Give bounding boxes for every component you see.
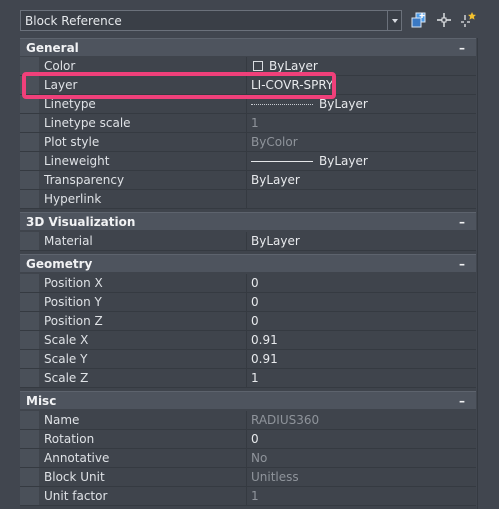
property-row-position-z[interactable]: Position Z 0: [20, 312, 476, 331]
property-row-hyperlink[interactable]: Hyperlink: [20, 190, 476, 209]
property-value: 1: [251, 371, 259, 385]
property-row-scale-z[interactable]: Scale Z 1: [20, 369, 476, 388]
collapse-icon[interactable]: –: [448, 215, 476, 229]
property-value: ByLayer: [319, 97, 368, 111]
property-name: Position X: [39, 274, 247, 292]
chevron-down-icon[interactable]: [387, 11, 401, 30]
property-row-plot-style[interactable]: Plot style ByColor: [20, 133, 476, 152]
property-name: Annotative: [39, 449, 247, 467]
property-name: Transparency: [39, 171, 247, 189]
property-name: Material: [39, 232, 247, 250]
property-name: Lineweight: [39, 152, 247, 170]
property-name: Name: [39, 411, 247, 429]
object-type-dropdown[interactable]: Block Reference: [20, 10, 402, 31]
property-name: Position Z: [39, 312, 247, 330]
property-row-linetype-scale[interactable]: Linetype scale 1: [20, 114, 476, 133]
property-value: ByLayer: [269, 59, 318, 73]
property-value: 1: [251, 489, 259, 503]
property-value: RADIUS360: [251, 413, 320, 427]
object-type-value: Block Reference: [25, 13, 122, 28]
collapse-icon[interactable]: –: [448, 394, 476, 408]
property-value: ByLayer: [251, 234, 300, 248]
section-misc-title: Misc: [26, 393, 57, 408]
layer-highlight-box: [22, 72, 336, 99]
property-row-material[interactable]: Material ByLayer: [20, 232, 476, 251]
property-name: Scale Z: [39, 369, 247, 387]
property-row-block-unit[interactable]: Block Unit Unitless: [20, 468, 476, 487]
property-value: 0: [251, 314, 259, 328]
section-3d-visualization[interactable]: 3D Visualization –: [20, 212, 476, 230]
property-name: Hyperlink: [39, 190, 247, 208]
collapse-icon[interactable]: –: [448, 257, 476, 271]
section-3d-visualization-title: 3D Visualization: [26, 214, 136, 229]
section-general[interactable]: General –: [20, 38, 476, 56]
section-geometry[interactable]: Geometry –: [20, 254, 476, 272]
property-row-name[interactable]: Name RADIUS360: [20, 411, 476, 430]
property-row-transparency[interactable]: Transparency ByLayer: [20, 171, 476, 190]
property-name: Linetype scale: [39, 114, 247, 132]
property-name: Unit factor: [39, 487, 247, 505]
section-geometry-title: Geometry: [26, 256, 93, 271]
property-name: Scale Y: [39, 350, 247, 368]
collapse-icon[interactable]: –: [448, 41, 476, 55]
property-value: 0.91: [251, 333, 278, 347]
property-value: 0: [251, 295, 259, 309]
property-value: ByColor: [251, 135, 298, 149]
section-misc[interactable]: Misc –: [20, 391, 476, 409]
property-row-unit-factor[interactable]: Unit factor 1: [20, 487, 476, 506]
select-objects-icon[interactable]: [435, 11, 453, 29]
property-name: Rotation: [39, 430, 247, 448]
property-grid: General – Color ByLayer Layer LI-COVR-SP…: [20, 38, 476, 509]
linetype-preview-icon: [251, 103, 313, 105]
vertical-scrollbar[interactable]: [477, 38, 499, 509]
property-name: Block Unit: [39, 468, 247, 486]
property-value: No: [251, 451, 268, 465]
property-value: 0: [251, 276, 259, 290]
property-name: Scale X: [39, 331, 247, 349]
property-value: 0.91: [251, 352, 278, 366]
toggle-pickadd-icon[interactable]: [410, 11, 428, 29]
quick-select-icon[interactable]: [459, 11, 477, 29]
property-value: [247, 190, 476, 208]
property-row-scale-x[interactable]: Scale X 0.91: [20, 331, 476, 350]
property-name: Plot style: [39, 133, 247, 151]
color-swatch-icon: [253, 61, 263, 71]
property-value: ByLayer: [251, 173, 300, 187]
lineweight-preview-icon: [251, 160, 313, 162]
property-name: Position Y: [39, 293, 247, 311]
property-value: 0: [251, 432, 259, 446]
property-row-lineweight[interactable]: Lineweight ByLayer: [20, 152, 476, 171]
property-row-rotation[interactable]: Rotation 0: [20, 430, 476, 449]
property-row-annotative[interactable]: Annotative No: [20, 449, 476, 468]
property-value: Unitless: [251, 470, 299, 484]
property-row-position-x[interactable]: Position X 0: [20, 274, 476, 293]
property-value: 1: [251, 116, 259, 130]
property-value: ByLayer: [319, 154, 368, 168]
property-row-position-y[interactable]: Position Y 0: [20, 293, 476, 312]
properties-toolbar: Block Reference: [0, 0, 499, 38]
property-row-scale-y[interactable]: Scale Y 0.91: [20, 350, 476, 369]
section-general-title: General: [26, 40, 79, 55]
